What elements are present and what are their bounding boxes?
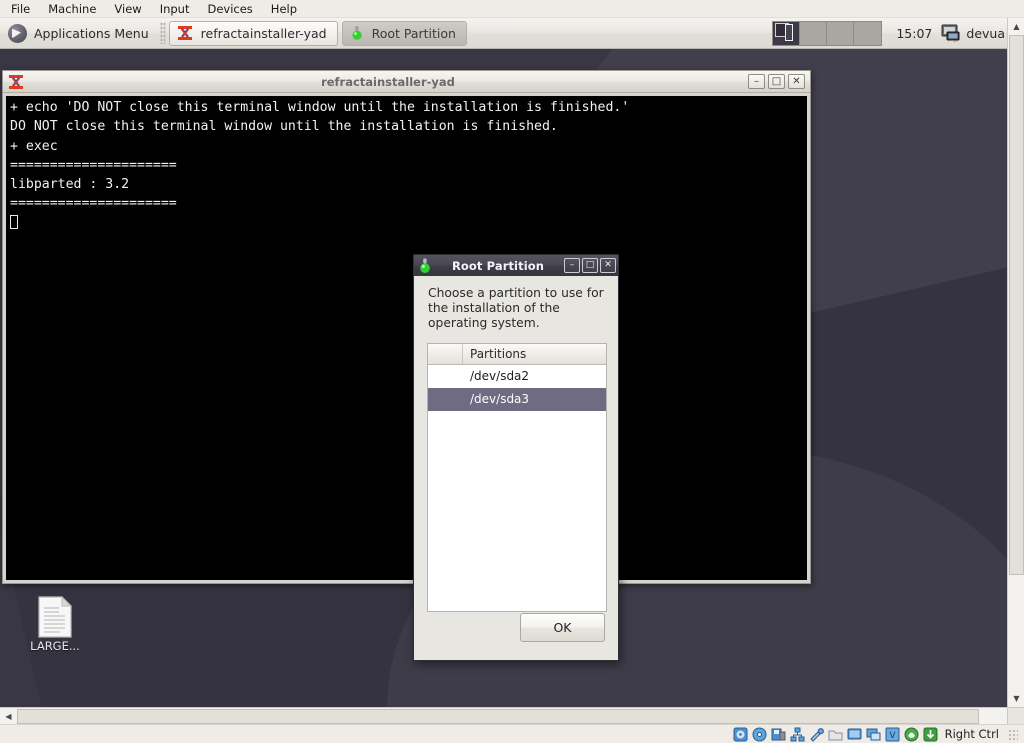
taskbar-item-root-partition[interactable]: Root Partition xyxy=(341,20,467,46)
terminal-cursor-line xyxy=(10,214,807,233)
desktop-icon-large[interactable]: LARGE... xyxy=(12,595,98,653)
menu-input[interactable]: Input xyxy=(151,0,199,18)
workspace-switcher[interactable] xyxy=(772,20,883,46)
close-icon[interactable]: ✕ xyxy=(788,74,805,89)
taskbar-label: refractainstaller-yad xyxy=(200,25,327,41)
menu-view[interactable]: View xyxy=(105,0,150,18)
horizontal-scroll-thumb[interactable] xyxy=(17,709,979,724)
menu-devices[interactable]: Devices xyxy=(198,0,261,18)
terminal-output[interactable]: + echo 'DO NOT close this terminal windo… xyxy=(6,96,807,580)
vertical-scrollbar[interactable]: ▲ ▼ xyxy=(1007,18,1024,707)
scroll-down-icon[interactable]: ▼ xyxy=(1009,691,1024,706)
terminal-window[interactable]: refractainstaller-yad – □ ✕ + echo 'DO N… xyxy=(2,70,811,584)
desktop[interactable]: SMALL... xyxy=(0,49,1007,707)
mouse-integration-icon[interactable] xyxy=(904,727,919,742)
workspace-3[interactable] xyxy=(827,21,855,45)
table-header-row: Partitions xyxy=(428,343,606,365)
menu-file[interactable]: File xyxy=(0,0,39,18)
workspace-1[interactable] xyxy=(773,21,801,45)
xterm-icon xyxy=(177,25,193,41)
xterm-icon xyxy=(8,74,24,90)
table-header-partitions[interactable]: Partitions xyxy=(463,344,526,364)
terminal-cursor xyxy=(10,214,18,229)
hard-disk-icon[interactable] xyxy=(733,727,748,742)
panel-clock[interactable]: 15:07 xyxy=(888,26,940,41)
terminal-titlebar[interactable]: refractainstaller-yad – □ ✕ xyxy=(3,71,810,93)
terminal-line: ===================== xyxy=(10,196,177,212)
dialog-footer: OK xyxy=(414,594,618,660)
terminal-window-controls: – □ ✕ xyxy=(748,74,807,89)
partitions-table[interactable]: Partitions /dev/sda2 /dev/sda3 xyxy=(427,342,607,612)
display-settings-tray-icon[interactable] xyxy=(940,22,962,44)
terminal-line: libparted : 3.2 xyxy=(10,177,130,193)
table-row[interactable]: /dev/sda2 xyxy=(428,364,606,388)
vbox-menubar: File Machine View Input Devices Help xyxy=(0,0,1024,18)
taskbar-item-refractainstaller-yad[interactable]: refractainstaller-yad xyxy=(168,20,338,46)
dialog-body: Choose a partition to use for the instal… xyxy=(414,276,618,612)
table-header-blank[interactable] xyxy=(428,343,463,364)
dialog-titlebar[interactable]: Root Partition – □ ✕ xyxy=(414,255,618,276)
xfce-top-panel: Applications Menu refractainstaller-yad xyxy=(0,18,1007,49)
table-row[interactable]: /dev/sda3 xyxy=(428,387,606,411)
maximize-icon[interactable]: □ xyxy=(768,74,785,89)
dialog-message: Choose a partition to use for the instal… xyxy=(428,286,604,331)
terminal-line: + exec xyxy=(10,138,58,154)
video-capture-icon[interactable]: V xyxy=(885,727,900,742)
document-icon xyxy=(12,595,98,639)
maximize-icon[interactable]: □ xyxy=(582,258,598,273)
vertical-scroll-thumb[interactable] xyxy=(1009,35,1024,575)
root-partition-dialog[interactable]: Root Partition – □ ✕ Choose a partition … xyxy=(413,254,619,661)
network-icon[interactable] xyxy=(790,727,805,742)
scrollbar-corner xyxy=(1007,707,1024,724)
resize-grip[interactable] xyxy=(1008,728,1018,740)
workspace-4[interactable] xyxy=(854,21,882,45)
remote-desktop-icon[interactable] xyxy=(866,727,881,742)
terminal-line: ===================== xyxy=(10,157,177,173)
flask-icon xyxy=(350,25,364,41)
menu-machine[interactable]: Machine xyxy=(39,0,105,18)
workspace-window-preview xyxy=(785,23,794,41)
menu-help[interactable]: Help xyxy=(262,0,306,18)
scroll-up-icon[interactable]: ▲ xyxy=(1009,19,1024,34)
optical-disk-icon[interactable] xyxy=(752,727,767,742)
ok-button[interactable]: OK xyxy=(520,612,605,642)
vbox-statusbar: V Right Ctrl xyxy=(0,724,1024,743)
applications-menu-button[interactable]: Applications Menu xyxy=(2,20,157,47)
host-key-label: Right Ctrl xyxy=(944,727,999,741)
screen: File Machine View Input Devices Help App… xyxy=(0,0,1024,743)
minimize-icon[interactable]: – xyxy=(564,258,580,273)
minimize-icon[interactable]: – xyxy=(748,74,765,89)
shared-folder-icon[interactable] xyxy=(828,727,843,742)
terminal-title: refractainstaller-yad xyxy=(321,74,455,89)
vm-viewport: Applications Menu refractainstaller-yad xyxy=(0,18,1007,707)
applications-menu-label: Applications Menu xyxy=(34,25,149,41)
close-icon[interactable]: ✕ xyxy=(600,258,616,273)
xfce-mouse-icon xyxy=(8,23,27,43)
usb-icon[interactable] xyxy=(809,727,824,742)
floppy-disk-icon[interactable] xyxy=(771,727,786,742)
taskbar-label: Root Partition xyxy=(371,25,456,41)
horizontal-scrollbar[interactable]: ◀ xyxy=(0,707,1007,724)
panel-handle[interactable] xyxy=(159,22,166,44)
terminal-line: + echo 'DO NOT close this terminal windo… xyxy=(10,100,630,115)
svg-text:V: V xyxy=(889,731,896,741)
dialog-title: Root Partition xyxy=(451,258,545,273)
workspace-2[interactable] xyxy=(800,21,828,45)
terminal-line: DO NOT close this terminal window until … xyxy=(10,119,558,135)
desktop-icon-label: LARGE... xyxy=(30,639,80,653)
host-key-icon[interactable] xyxy=(923,727,938,742)
flask-icon xyxy=(418,258,432,274)
dialog-window-controls: – □ ✕ xyxy=(564,258,616,273)
display-icon[interactable] xyxy=(847,727,862,742)
scroll-left-icon[interactable]: ◀ xyxy=(1,709,16,724)
window-task-list: refractainstaller-yad Root Partition xyxy=(168,18,467,49)
panel-username: devua xyxy=(966,25,1005,41)
